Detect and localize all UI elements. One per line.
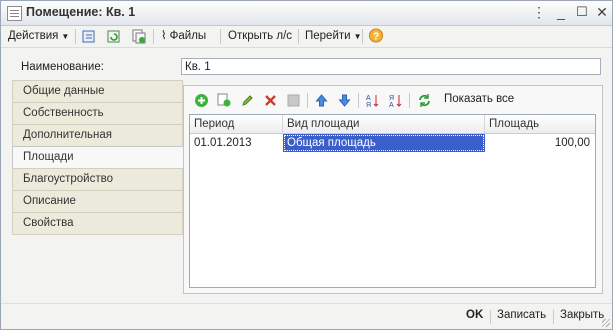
cell-area-type[interactable]: Общая площадь [283,134,485,152]
refresh-doc-icon[interactable] [106,29,122,44]
toolbar-separator [362,29,363,44]
ok-button[interactable]: OK [466,309,483,321]
maximize-button[interactable]: ☐ [573,4,591,20]
paperclip-icon: ⌇ [161,30,167,42]
copy-doc-icon[interactable] [131,29,147,44]
form-window: Помещение: Кв. 1 ⋮ _ ☐ ✕ Действия ▼ ⌇ Файл… [0,0,613,330]
toolbar-separator [153,29,154,44]
open-ls-button[interactable]: Открыть л/с [228,28,292,45]
toolbar-separator [298,29,299,44]
move-down-icon[interactable] [337,93,352,108]
close-button[interactable]: ✕ [593,4,611,20]
column-header-period[interactable]: Период [190,115,283,133]
name-label: Наименование: [21,61,104,73]
tab-additional-info[interactable]: Дополнительная информация [12,124,183,162]
toolbar-separator [220,29,221,44]
toolbar: Действия ▼ ⌇ Файлы Открыть л/с Перейти ▼ ? [1,26,612,48]
refresh-icon[interactable] [417,93,432,108]
tab-ownership[interactable]: Собственность [12,102,183,124]
delete-icon[interactable] [263,93,278,108]
toolbar-separator [358,93,359,108]
title-bar[interactable]: Помещение: Кв. 1 ⋮ _ ☐ ✕ [1,1,612,26]
copy-row-icon[interactable] [217,93,232,108]
areas-table: Период Вид площади Площадь 01.01.2013 Об… [189,114,596,288]
edit-pencil-icon[interactable] [240,93,255,108]
window-title: Помещение: Кв. 1 [26,5,136,19]
column-header-area-type[interactable]: Вид площади [283,115,485,133]
sort-asc-icon[interactable]: AЯ [365,93,380,108]
table-header: Период Вид площади Площадь [190,115,595,134]
document-icon [7,6,22,21]
help-icon-glyph: ? [373,31,379,42]
tab-list: Общие данные Собственность Дополнительна… [12,80,184,235]
files-label: Файлы [169,30,207,42]
more-icon[interactable]: ⋮ [530,4,548,20]
cell-period[interactable]: 01.01.2013 [190,134,283,152]
save-button[interactable]: Записать [497,309,546,321]
resize-grip[interactable] [602,319,610,327]
show-all-button[interactable]: Показать все [444,93,514,105]
column-header-area[interactable]: Площадь [485,115,595,133]
save-up-icon[interactable] [81,29,97,44]
name-field[interactable]: Кв. 1 [181,58,601,75]
move-up-icon[interactable] [314,93,329,108]
svg-text:A: A [389,102,394,108]
toolbar-separator [409,93,410,108]
table-row[interactable]: 01.01.2013 Общая площадь 100,00 [190,134,595,152]
tab-description[interactable]: Описание [12,190,183,212]
save-disabled-icon [287,94,300,107]
footer-separator [553,310,554,324]
tab-areas[interactable]: Площади [12,146,184,168]
minimize-button[interactable]: _ [552,4,570,20]
svg-text:A: A [366,95,371,102]
caret-down-icon: ▼ [353,32,362,41]
files-button[interactable]: ⌇ Файлы [161,28,206,45]
tab-amenities[interactable]: Благоустройство [12,168,183,190]
cell-area[interactable]: 100,00 [485,134,595,152]
svg-text:Я: Я [389,95,394,102]
tab-properties[interactable]: Свойства [12,212,183,235]
tab-general[interactable]: Общие данные [12,80,183,102]
sort-desc-icon[interactable]: ЯA [388,93,403,108]
table-toolbar: AЯ ЯA Показать все [190,90,595,110]
toolbar-separator [75,29,76,44]
add-icon[interactable] [194,93,209,108]
help-icon[interactable]: ? [368,28,384,43]
close-form-button[interactable]: Закрыть [560,309,604,321]
goto-menu[interactable]: Перейти ▼ [305,28,362,45]
svg-text:Я: Я [366,102,371,108]
footer-separator [490,310,491,324]
actions-menu[interactable]: Действия ▼ [8,28,69,45]
goto-label: Перейти [305,30,351,42]
footer: OK Записать Закрыть [1,303,612,328]
caret-down-icon: ▼ [61,32,70,41]
areas-panel: AЯ ЯA Показать все Период Вид площади Пл… [183,85,603,294]
actions-label: Действия [8,30,59,42]
toolbar-separator [307,93,308,108]
